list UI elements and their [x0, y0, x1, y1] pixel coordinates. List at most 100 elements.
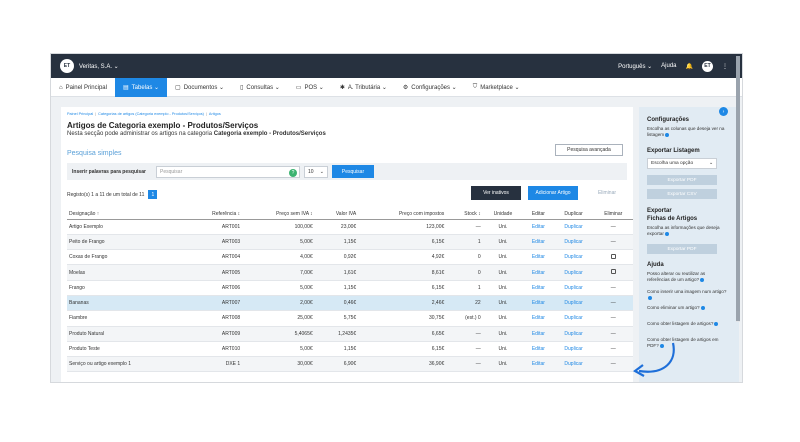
bell-icon[interactable]: 🔔: [686, 63, 693, 70]
language-selector[interactable]: Português ⌄: [618, 63, 652, 70]
cell-stock: 0: [446, 249, 483, 266]
cell-vat: 23,00€: [314, 219, 359, 235]
info-icon: [664, 231, 669, 236]
help-item[interactable]: Como obter listagem de artigos?: [647, 321, 727, 327]
table-row: Artigo Exemplo ART001 100,00€ 23,00€ 123,00€…: [67, 219, 633, 235]
cell-vat: 1,61€: [314, 264, 359, 281]
nav-painel-principal[interactable]: ⌂ Painel Principal: [51, 78, 115, 97]
export-select[interactable]: Escolha uma opção ⌄: [647, 158, 717, 169]
breadcrumb-category[interactable]: Categorias de artigos (Categoria exemplo…: [98, 112, 204, 116]
app-window: ET Veritas, S.A. ⌄ Português ⌄ Ajuda 🔔 E…: [50, 53, 743, 383]
duplicate-link[interactable]: Duplicar: [553, 280, 594, 296]
cell-stock: (est.) 0: [446, 310, 483, 327]
advanced-search-button[interactable]: Pesquisa avançada: [555, 144, 623, 156]
fichas-text[interactable]: Escolha as informações que deseja export…: [647, 225, 727, 237]
nav-consultas[interactable]: ▯ Consultas ⌄: [232, 78, 288, 97]
breadcrumb-home[interactable]: Painel Principal: [67, 112, 93, 116]
cell-unit: Uni.: [482, 264, 524, 281]
table-icon: ▤: [122, 85, 129, 91]
cell-total: 6,15€: [358, 280, 447, 296]
help-item[interactable]: Posso alterar ou reutilizar as referênci…: [647, 271, 727, 283]
cell-unit: Uni.: [482, 249, 524, 266]
sidebar-toggle[interactable]: ›: [719, 107, 728, 116]
table-header-row: Designação ↑ Referência ↕ Preço sem IVA ↕ V…: [67, 209, 633, 220]
cell-total: 4,92€: [358, 249, 447, 266]
help-item[interactable]: Como inserir uma imagem num artigo?: [647, 289, 727, 301]
edit-link[interactable]: Editar: [523, 234, 554, 251]
duplicate-link[interactable]: Duplicar: [553, 295, 594, 312]
cell-price: 5,00€: [242, 280, 315, 296]
column-header[interactable]: Designação ↑: [67, 209, 185, 220]
config-text[interactable]: Escolha as colunas que deseja ver na lis…: [647, 126, 727, 138]
config-desc: Escolha as colunas que deseja ver na lis…: [647, 126, 725, 137]
fichas-pdf-button[interactable]: Exportar PDF: [647, 244, 717, 254]
search-placeholder: Pesquisar: [160, 168, 183, 175]
scroll-thumb[interactable]: [736, 56, 740, 321]
cell-unit: Uni.: [482, 341, 524, 358]
duplicate-link[interactable]: Duplicar: [553, 341, 594, 358]
cell-total: 6,15€: [358, 341, 447, 358]
page-button[interactable]: 1: [148, 190, 158, 199]
cell-total: 2,46€: [358, 295, 447, 312]
company-selector[interactable]: Veritas, S.A. ⌄: [79, 63, 119, 70]
more-icon[interactable]: ⋮: [722, 63, 728, 70]
nav-label: Consultas ⌄: [246, 85, 280, 91]
edit-link[interactable]: Editar: [523, 341, 554, 358]
duplicate-link[interactable]: Duplicar: [553, 326, 594, 342]
edit-link[interactable]: Editar: [523, 356, 554, 373]
breadcrumb-current[interactable]: Artigos: [209, 112, 221, 116]
export-pdf-button[interactable]: Exportar PDF: [647, 175, 717, 185]
edit-link[interactable]: Editar: [523, 249, 554, 266]
delete-checkbox[interactable]: [610, 253, 616, 259]
avatar[interactable]: ET: [702, 60, 713, 72]
nav-marketplace[interactable]: ⛉ Marketplace ⌄: [465, 78, 528, 97]
duplicate-link[interactable]: Duplicar: [553, 310, 594, 327]
company-logo[interactable]: ET: [60, 59, 74, 73]
duplicate-link[interactable]: Duplicar: [553, 356, 594, 373]
edit-link[interactable]: Editar: [523, 280, 554, 296]
cell-vat: 1,15€: [314, 341, 359, 358]
help-item[interactable]: Como eliminar um artigo?: [647, 305, 727, 311]
duplicate-link[interactable]: Duplicar: [553, 249, 594, 266]
help-link[interactable]: Ajuda: [661, 63, 676, 69]
column-header[interactable]: Preço sem IVA ↕: [242, 209, 315, 220]
edit-link[interactable]: Editar: [523, 219, 554, 235]
duplicate-link[interactable]: Duplicar: [553, 234, 594, 251]
cell-vat: 0,46€: [314, 295, 359, 312]
per-page-select[interactable]: 10 ⌄: [304, 165, 328, 178]
scrollbar[interactable]: [736, 56, 740, 322]
column-header[interactable]: Stock ↕: [446, 209, 483, 220]
export-csv-button[interactable]: Exportar CSV: [647, 189, 717, 199]
cell-unit: Uni.: [482, 280, 524, 296]
breadcrumb: Painel Principal | Categorias de artigos (…: [67, 112, 221, 116]
duplicate-link[interactable]: Duplicar: [553, 219, 594, 235]
report-icon: ▯: [240, 85, 244, 91]
cell-delete: —: [593, 341, 633, 358]
add-article-button[interactable]: Adicionar Artigo: [528, 186, 578, 200]
cell-delete: —: [593, 280, 633, 296]
search-input[interactable]: Pesquisar?: [156, 165, 300, 178]
search-button[interactable]: Pesquisar: [332, 165, 374, 178]
table-row: Coxas de Frango ART004 4,00€ 0,92€ 4,92€ 0 Uni…: [67, 249, 633, 266]
edit-link[interactable]: Editar: [523, 326, 554, 342]
table-row: Frango ART006 5,00€ 1,15€ 6,15€ 1 Uni. Editar Du…: [67, 280, 633, 296]
edit-link[interactable]: Editar: [523, 310, 554, 327]
cell-vat: 1,15€: [314, 234, 359, 251]
nav-pos[interactable]: ▭ POS ⌄: [288, 78, 332, 97]
nav-documentos[interactable]: ▢ Documentos ⌄: [167, 78, 232, 97]
annotation-arrow: [632, 342, 675, 377]
cell-designation: Peito de Frango: [67, 234, 185, 251]
edit-link[interactable]: Editar: [523, 295, 554, 312]
help-icon[interactable]: ?: [289, 168, 297, 177]
nav-configuracoes[interactable]: ⚙ Configurações ⌄: [395, 78, 465, 97]
nav-tributaria[interactable]: ✱ A. Tributária ⌄: [332, 78, 395, 97]
view-inactive-button[interactable]: Ver inativos: [471, 186, 521, 200]
edit-link[interactable]: Editar: [523, 264, 554, 281]
duplicate-link[interactable]: Duplicar: [553, 264, 594, 281]
delete-checkbox[interactable]: [610, 269, 616, 275]
cell-unit: Uni.: [482, 356, 524, 373]
cell-price: 2,00€: [242, 295, 315, 312]
nav-tabelas[interactable]: ▤ Tabelas ⌄: [114, 78, 168, 97]
delete-button[interactable]: Eliminar: [592, 186, 622, 200]
column-header[interactable]: Referência ↕: [184, 209, 243, 220]
